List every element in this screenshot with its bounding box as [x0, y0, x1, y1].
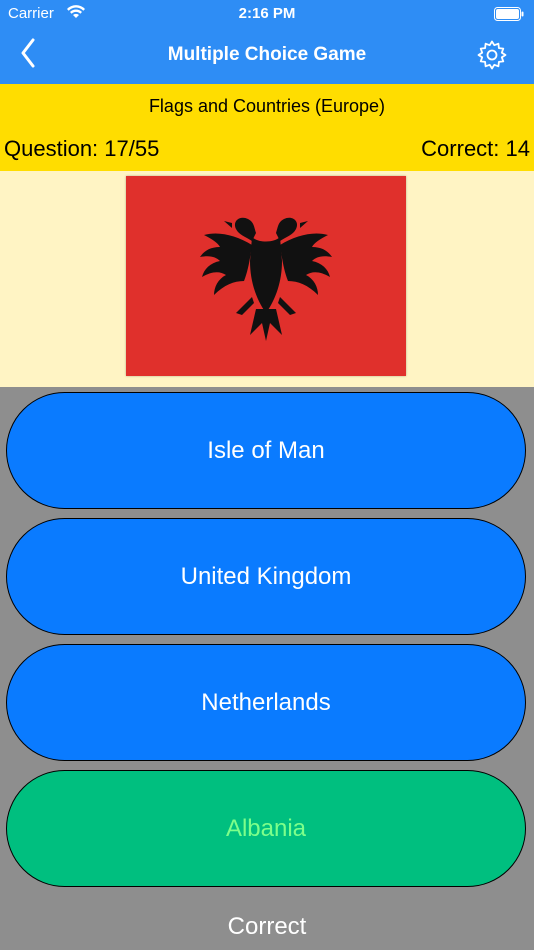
quiz-category: Flags and Countries (Europe)	[148, 96, 386, 116]
answer-button-2[interactable]: United Kingdom	[6, 518, 526, 635]
double-headed-eagle-icon	[200, 217, 332, 341]
page-title: Multiple Choice Game	[167, 44, 367, 65]
answer-button-1[interactable]: Isle of Man	[6, 392, 526, 509]
answer-button-3[interactable]: Netherlands	[6, 644, 526, 761]
navigation-bar: Carrier 2:16 PM Multiple Choice Game	[0, 0, 534, 84]
answers-panel: Isle of Man United Kingdom Netherlands A…	[0, 387, 534, 950]
correct-counter: Correct: 14	[421, 136, 530, 161]
flag-panel	[0, 171, 534, 387]
gear-icon	[477, 40, 507, 70]
feedback-label: Correct	[227, 913, 307, 940]
flag-image	[126, 176, 406, 376]
quiz-info-banner: Flags and Countries (Europe) Question: 1…	[0, 84, 534, 171]
question-counter: Question: 17/55	[4, 136, 160, 161]
battery-icon	[494, 7, 524, 25]
status-bar: Carrier 2:16 PM	[0, 0, 534, 28]
clock: 2:16 PM	[238, 5, 296, 22]
settings-button[interactable]	[476, 39, 508, 76]
answer-button-4[interactable]: Albania	[6, 770, 526, 887]
